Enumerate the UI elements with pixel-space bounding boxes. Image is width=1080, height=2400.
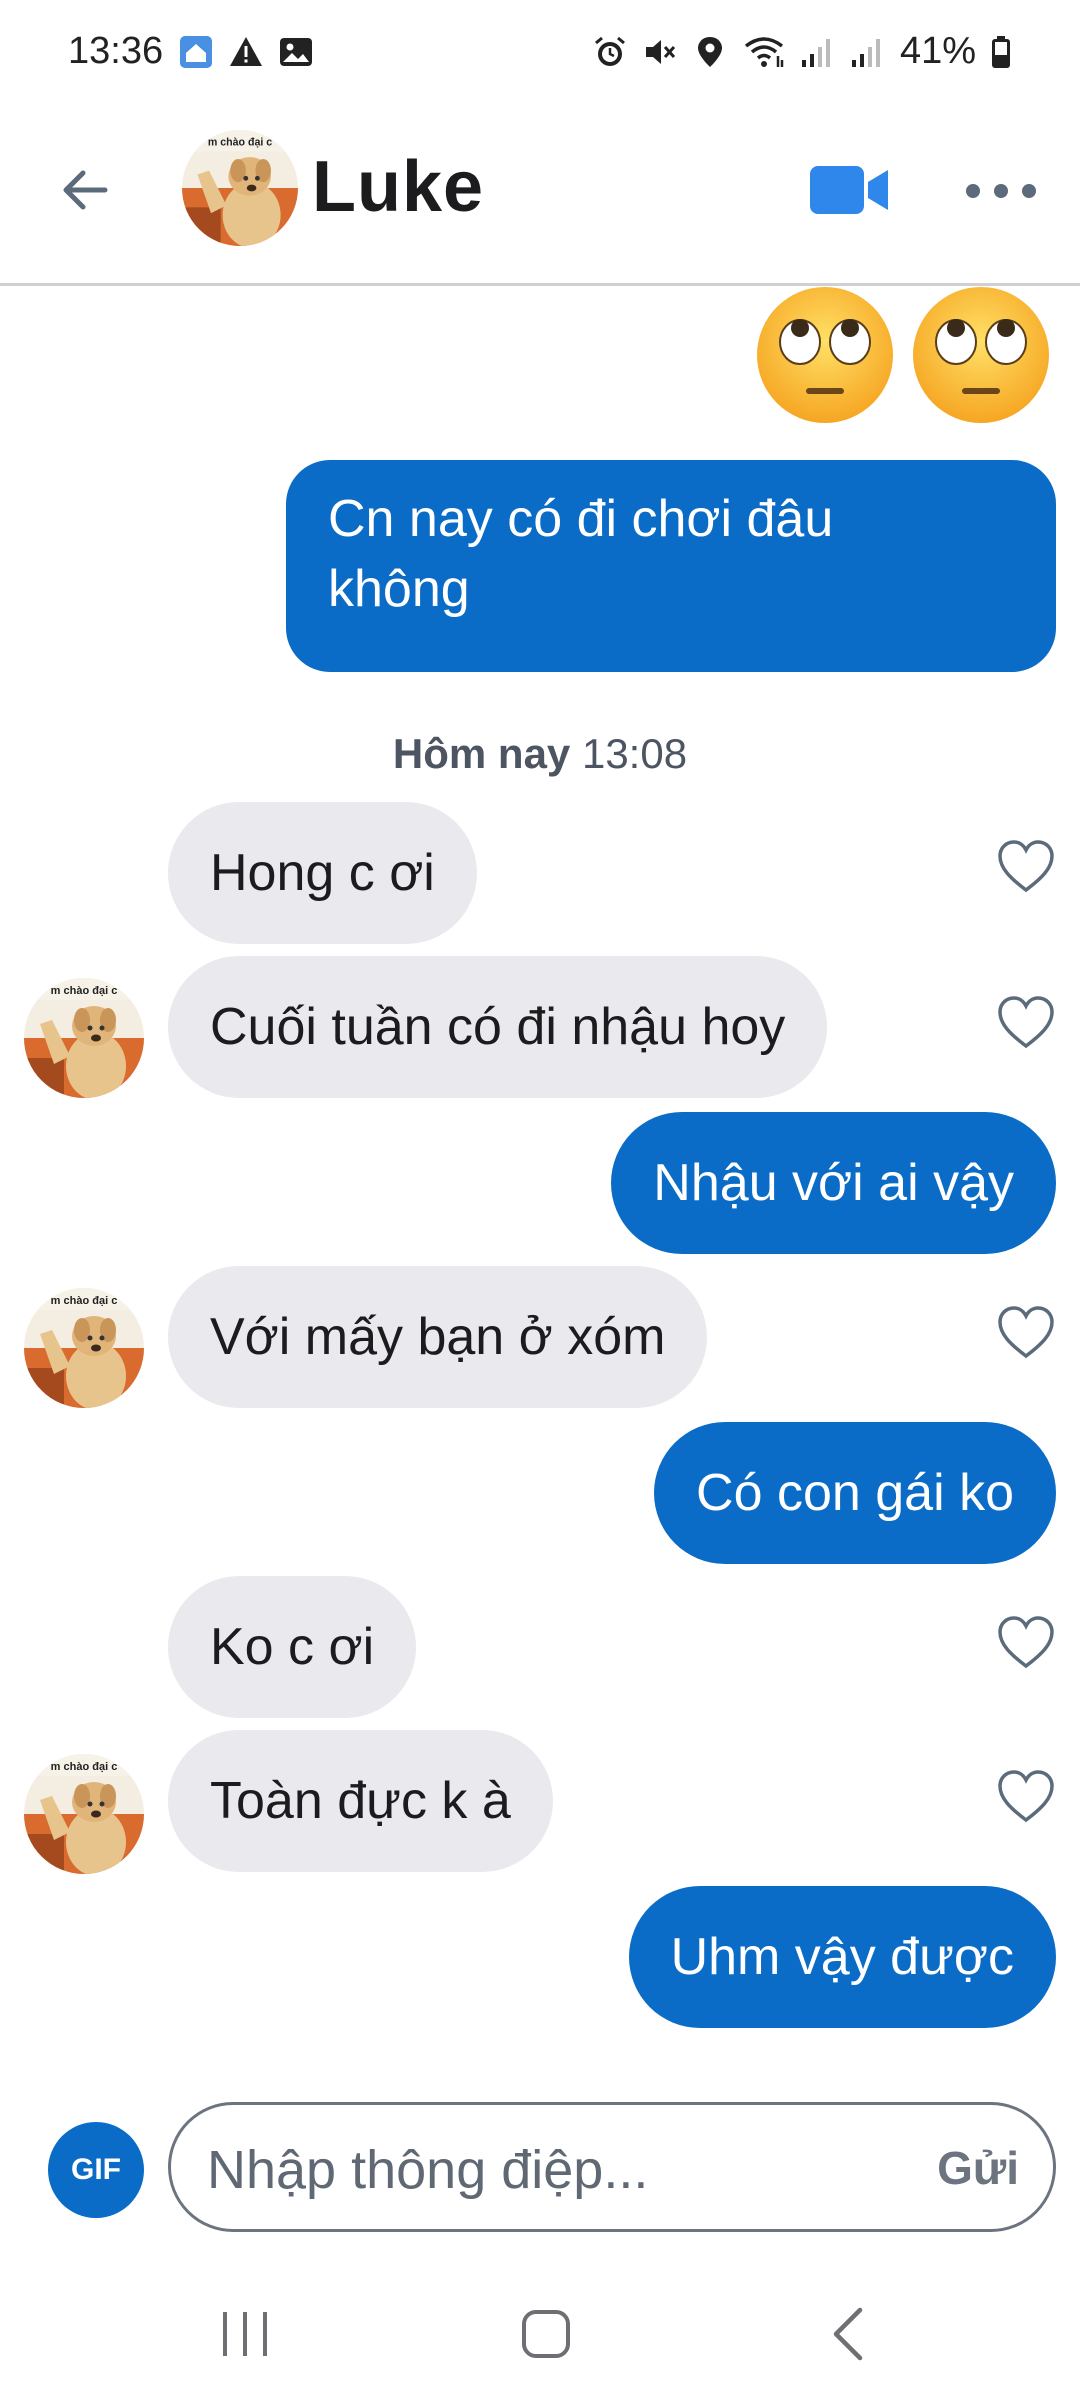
- chat-header: m chào đại c Luke: [0, 110, 1080, 286]
- message-bubble-outgoing[interactable]: Uhm vậy được: [628, 1886, 1056, 2028]
- location-icon: [697, 36, 722, 67]
- dog-avatar-image: m chào đại c: [24, 1288, 144, 1408]
- message-bubble-incoming[interactable]: Cuối tuần có đi nhậu hoy: [168, 956, 828, 1098]
- home-notification-icon: [180, 36, 212, 68]
- back-button[interactable]: [50, 155, 120, 225]
- recent-apps-icon[interactable]: [220, 2310, 270, 2358]
- battery-percent: 41%: [899, 30, 976, 72]
- more-dots-icon: [966, 184, 980, 198]
- message-text: không: [328, 560, 470, 618]
- wifi-icon: [744, 36, 784, 67]
- rolling-eyes-emoji: [913, 287, 1049, 423]
- message-text: Cn nay có đi chơi đâu: [328, 490, 834, 548]
- warning-icon: [230, 37, 262, 66]
- emoji-message: [754, 284, 1052, 426]
- signal-icon-2: [851, 38, 880, 67]
- heart-outline-icon[interactable]: [996, 1768, 1056, 1824]
- avatar[interactable]: m chào đại c: [24, 978, 144, 1098]
- system-navigation-bar: [0, 2260, 1080, 2400]
- gif-button[interactable]: GIF: [48, 2122, 144, 2218]
- nav-back-icon[interactable]: [828, 2306, 868, 2362]
- message-bubble-outgoing[interactable]: Cn nay có đi chơi đâu không: [286, 460, 1056, 672]
- heart-outline-icon[interactable]: [996, 994, 1056, 1050]
- battery-icon: [992, 35, 1010, 68]
- alarm-icon: [594, 36, 625, 66]
- status-system-icons: 41%: [592, 30, 1012, 73]
- avatar-caption: m chào đại c: [51, 1761, 118, 1773]
- message-bubble-incoming[interactable]: Với mấy bạn ở xóm: [168, 1266, 708, 1408]
- home-icon[interactable]: [520, 2308, 572, 2360]
- message-bubble-outgoing[interactable]: Có con gái ko: [654, 1422, 1056, 1564]
- avatar-caption: m chào đại c: [51, 1295, 118, 1307]
- dog-avatar-image: m chào đại c: [24, 1754, 144, 1874]
- dog-avatar-image: m chào đại c: [182, 130, 298, 246]
- rolling-eyes-emoji: [757, 287, 893, 423]
- message-bubble-incoming[interactable]: Toàn đực k à: [168, 1730, 553, 1872]
- avatar[interactable]: m chào đại c: [182, 130, 298, 246]
- back-arrow-icon: [63, 170, 108, 210]
- avatar[interactable]: m chào đại c: [24, 1288, 144, 1408]
- dog-avatar-image: m chào đại c: [24, 978, 144, 1098]
- message-composer: Gửi: [168, 2102, 1056, 2232]
- more-options-button[interactable]: [966, 166, 1036, 216]
- image-icon: [280, 38, 312, 66]
- mute-icon: [645, 39, 676, 64]
- message-bubble-incoming[interactable]: Hong c ơi: [168, 802, 477, 944]
- heart-outline-icon[interactable]: [996, 1304, 1056, 1360]
- contact-name[interactable]: Luke: [312, 146, 484, 228]
- video-call-button[interactable]: [808, 162, 892, 218]
- status-time: 13:36: [68, 30, 164, 72]
- status-bar: 13:36 41%: [0, 0, 1080, 110]
- heart-outline-icon[interactable]: [996, 1614, 1056, 1670]
- heart-outline-icon[interactable]: [996, 838, 1056, 894]
- video-camera-icon: [810, 166, 888, 214]
- message-bubble-incoming[interactable]: Ko c ơi: [168, 1576, 417, 1718]
- send-button[interactable]: Gửi: [937, 2141, 1019, 2195]
- avatar[interactable]: m chào đại c: [24, 1754, 144, 1874]
- timestamp-day: Hôm nay: [392, 730, 571, 777]
- timestamp-time: 13:08: [581, 730, 688, 777]
- message-timestamp: Hôm nay 13:08: [0, 730, 1080, 778]
- message-input[interactable]: [207, 2135, 887, 2205]
- status-notification-icons: [178, 34, 314, 70]
- avatar-caption: m chào đại c: [208, 136, 272, 148]
- message-bubble-outgoing[interactable]: Nhậu với ai vậy: [611, 1112, 1056, 1254]
- avatar-caption: m chào đại c: [51, 985, 118, 997]
- signal-icon: [801, 38, 830, 67]
